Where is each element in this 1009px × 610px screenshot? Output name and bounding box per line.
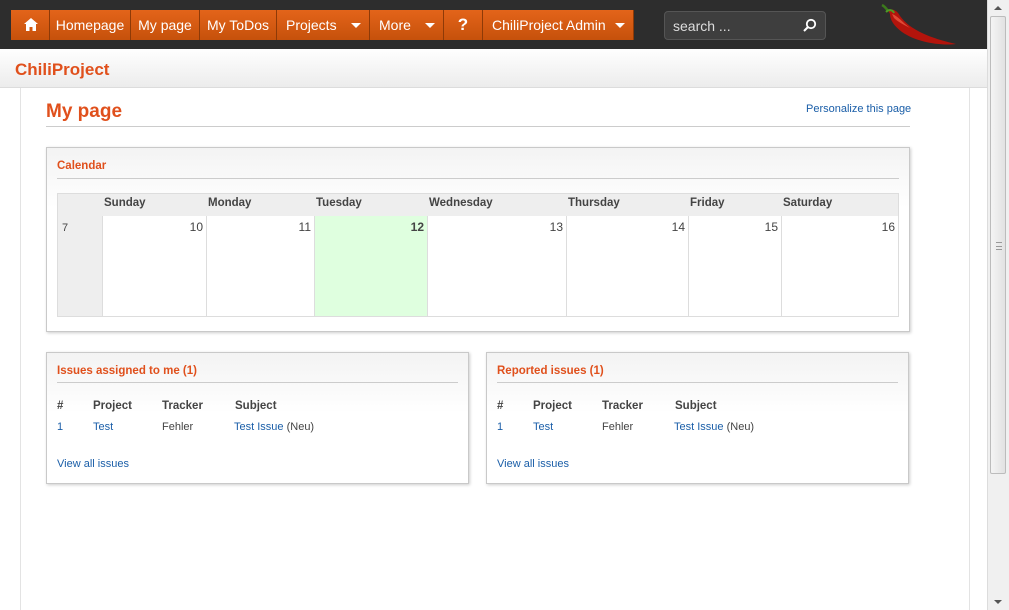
nav-projects-label: Projects bbox=[286, 17, 337, 33]
view-all-issues-link[interactable]: View all issues bbox=[497, 458, 569, 470]
calendar-day-header: Friday bbox=[688, 194, 781, 216]
nav-my-todos[interactable]: My ToDos bbox=[200, 10, 277, 40]
help-button[interactable]: ? bbox=[444, 10, 483, 40]
box-divider bbox=[57, 382, 458, 383]
column-header-id[interactable]: # bbox=[497, 400, 503, 412]
calendar-grid: Sunday Monday Tuesday Wednesday Thursday… bbox=[57, 193, 899, 317]
week-number: 7 bbox=[58, 216, 102, 316]
issue-subject-cell: Test Issue (Neu) bbox=[674, 421, 754, 433]
calendar-day-header: Tuesday bbox=[314, 194, 427, 216]
view-all-issues-link[interactable]: View all issues bbox=[57, 458, 129, 470]
issue-subject-link[interactable]: Test Issue bbox=[674, 421, 724, 433]
nav-more-dropdown[interactable]: More bbox=[370, 10, 444, 40]
issue-status: (Neu) bbox=[286, 421, 315, 433]
nav-admin-label: ChiliProject Admin bbox=[492, 17, 606, 33]
nav-homepage[interactable]: Homepage bbox=[50, 10, 131, 40]
top-menu-bar: Homepage My page My ToDos Projects More … bbox=[0, 0, 987, 49]
title-divider bbox=[46, 126, 910, 127]
calendar-day-header: Saturday bbox=[781, 194, 898, 216]
column-header-tracker[interactable]: Tracker bbox=[602, 400, 643, 412]
calendar-day-cell: 11 bbox=[206, 216, 314, 316]
scroll-up-arrow-icon[interactable] bbox=[994, 6, 1002, 10]
calendar-corner bbox=[58, 194, 102, 216]
search-box bbox=[664, 11, 826, 40]
scroll-down-arrow-icon[interactable] bbox=[994, 600, 1002, 604]
column-header-id[interactable]: # bbox=[57, 400, 63, 412]
personalize-link[interactable]: Personalize this page bbox=[806, 103, 911, 115]
calendar-day-cell: 15 bbox=[688, 216, 781, 316]
issue-project-link[interactable]: Test bbox=[533, 421, 553, 433]
column-header-project[interactable]: Project bbox=[93, 400, 132, 412]
issue-tracker: Fehler bbox=[602, 421, 634, 433]
calendar-day-cell: 10 bbox=[102, 216, 206, 316]
reported-issues-box: Reported issues (1) # Project Tracker Su… bbox=[486, 352, 909, 484]
reported-issues-title: Reported issues (1) bbox=[497, 365, 604, 377]
home-icon bbox=[24, 18, 38, 31]
calendar-day-cell-today: 12 bbox=[314, 216, 427, 316]
site-title[interactable]: ChiliProject bbox=[15, 60, 109, 80]
grip-icon bbox=[996, 242, 1002, 250]
column-header-subject[interactable]: Subject bbox=[235, 400, 277, 412]
nav-more-label: More bbox=[379, 17, 411, 33]
calendar-box: Calendar Sunday Monday Tuesday Wednesday… bbox=[46, 147, 910, 332]
issue-status: (Neu) bbox=[726, 421, 755, 433]
nav-admin-dropdown[interactable]: ChiliProject Admin bbox=[483, 10, 634, 40]
page-title: My page bbox=[46, 101, 123, 122]
chevron-down-icon bbox=[615, 23, 625, 28]
column-header-tracker[interactable]: Tracker bbox=[162, 400, 203, 412]
column-header-subject[interactable]: Subject bbox=[675, 400, 717, 412]
vertical-scrollbar[interactable] bbox=[987, 0, 1009, 610]
issue-subject-cell: Test Issue (Neu) bbox=[234, 421, 314, 433]
column-header-project[interactable]: Project bbox=[533, 400, 572, 412]
issue-id-link[interactable]: 1 bbox=[497, 421, 503, 433]
search-input[interactable] bbox=[673, 16, 793, 36]
calendar-day-cell: 13 bbox=[427, 216, 566, 316]
issue-subject-link[interactable]: Test Issue bbox=[234, 421, 284, 433]
nav-my-page[interactable]: My page bbox=[131, 10, 200, 40]
calendar-title: Calendar bbox=[57, 160, 107, 172]
search-icon[interactable] bbox=[803, 18, 817, 32]
chevron-down-icon bbox=[425, 23, 435, 28]
calendar-day-header: Sunday bbox=[102, 194, 206, 216]
calendar-divider bbox=[57, 178, 899, 179]
issue-project-link[interactable]: Test bbox=[93, 421, 113, 433]
project-header: ChiliProject bbox=[0, 49, 987, 88]
calendar-day-header: Monday bbox=[206, 194, 314, 216]
chili-logo-icon bbox=[881, 4, 956, 45]
box-divider bbox=[497, 382, 898, 383]
issues-assigned-box: Issues assigned to me (1) # Project Trac… bbox=[46, 352, 469, 484]
scrollbar-thumb[interactable] bbox=[990, 16, 1006, 474]
home-button[interactable] bbox=[11, 10, 50, 40]
calendar-day-header: Thursday bbox=[566, 194, 688, 216]
calendar-day-cell: 16 bbox=[781, 216, 898, 316]
issue-tracker: Fehler bbox=[162, 421, 194, 433]
calendar-day-cell: 14 bbox=[566, 216, 688, 316]
calendar-day-header: Wednesday bbox=[427, 194, 566, 216]
chevron-down-icon bbox=[351, 23, 361, 28]
nav-projects-dropdown[interactable]: Projects bbox=[277, 10, 370, 40]
issues-assigned-title: Issues assigned to me (1) bbox=[57, 365, 197, 377]
issue-id-link[interactable]: 1 bbox=[57, 421, 63, 433]
